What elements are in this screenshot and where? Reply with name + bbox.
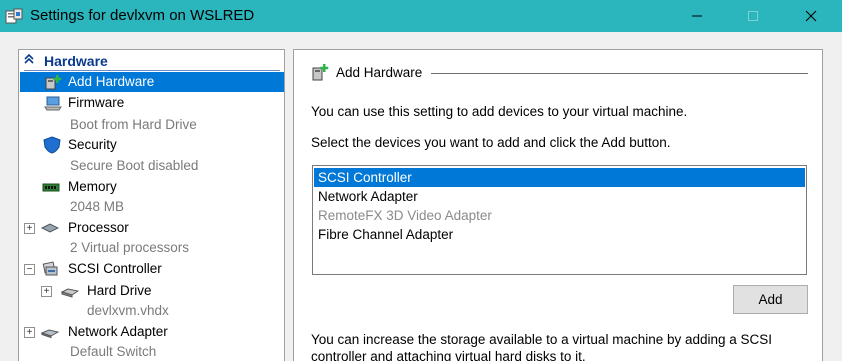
tree-item-scsi-controller[interactable]: SCSI Controller [37, 259, 284, 279]
device-option-remotefx-3d-video-adapter: RemoteFX 3D Video Adapter [318, 208, 492, 223]
minimize-button[interactable] [674, 0, 720, 32]
minimize-icon [692, 15, 702, 17]
add-hardware-icon [45, 75, 62, 90]
section-title: Add Hardware [336, 65, 423, 80]
device-listbox[interactable]: SCSI Controller Network Adapter RemoteFX… [312, 165, 807, 275]
shield-icon [43, 136, 61, 154]
hardware-group-header[interactable]: Hardware [19, 51, 284, 71]
tree-item-label: Add Hardware [68, 74, 155, 89]
device-option-scsi-controller[interactable]: SCSI Controller [314, 168, 805, 187]
tree-item-detail: Boot from Hard Drive [70, 117, 197, 132]
tree-item-detail: 2048 MB [70, 199, 125, 214]
title-bar: Settings for devlxvm on WSLRED [0, 0, 842, 32]
intro-text: You can use this setting to add devices … [311, 104, 688, 119]
storage-help-text-line1: You can increase the storage available t… [311, 332, 773, 347]
expand-hard-drive-icon[interactable]: + [41, 286, 52, 297]
maximize-button[interactable] [730, 0, 776, 32]
tree-item-label: Hard Drive [87, 283, 152, 298]
device-option-fibre-channel-adapter[interactable]: Fibre Channel Adapter [314, 225, 805, 244]
storage-help-text-line2: controller and attaching virtual hard di… [311, 349, 586, 361]
tree-item-detail: Default Switch [70, 344, 157, 359]
tree-item-firmware[interactable]: Firmware [20, 93, 284, 113]
collapse-scsi-controller-icon[interactable]: − [24, 264, 35, 275]
hardware-group-label: Hardware [44, 53, 108, 69]
tree-item-label: Security [68, 137, 117, 152]
tree-item-label: Memory [68, 179, 117, 194]
tree-item-label: Firmware [68, 95, 125, 110]
tree-item-security[interactable]: Security [20, 135, 284, 155]
collapse-chevron-icon[interactable] [24, 53, 34, 68]
hard-drive-icon [61, 288, 79, 298]
firmware-icon [44, 96, 62, 111]
tree-item-detail: Secure Boot disabled [70, 158, 199, 173]
window-title: Settings for devlxvm on WSLRED [30, 7, 255, 24]
network-adapter-icon [41, 329, 59, 339]
header-divider [24, 70, 280, 71]
instruction-text: Select the devices you want to add and c… [311, 135, 671, 150]
settings-app-icon [5, 8, 23, 24]
tree-item-network-adapter[interactable]: Network Adapter [37, 322, 284, 342]
close-button[interactable] [788, 0, 834, 32]
settings-tree: Hardware Add Hardware Firmware Boot from… [18, 49, 285, 361]
tree-item-hard-drive[interactable]: Hard Drive [57, 281, 284, 301]
tree-item-detail: devlxvm.vhdx [87, 303, 169, 318]
tree-item-processor[interactable]: Processor [37, 218, 284, 238]
tree-item-label: SCSI Controller [68, 261, 162, 276]
tree-item-add-hardware[interactable]: Add Hardware [20, 72, 284, 92]
scsi-controller-icon [42, 261, 58, 276]
close-icon [805, 10, 817, 22]
memory-icon [42, 183, 60, 192]
tree-item-memory[interactable]: Memory [20, 177, 284, 197]
section-divider [431, 73, 808, 74]
add-hardware-icon [312, 64, 329, 81]
expand-processor-icon[interactable]: + [24, 223, 35, 234]
tree-item-label: Processor [68, 220, 129, 235]
device-option-network-adapter[interactable]: Network Adapter [314, 187, 805, 206]
processor-icon [41, 223, 59, 233]
add-button[interactable]: Add [733, 285, 808, 314]
maximize-icon [748, 11, 758, 21]
expand-network-adapter-icon[interactable]: + [24, 327, 35, 338]
tree-item-detail: 2 Virtual processors [70, 240, 190, 255]
tree-item-label: Network Adapter [68, 324, 168, 339]
